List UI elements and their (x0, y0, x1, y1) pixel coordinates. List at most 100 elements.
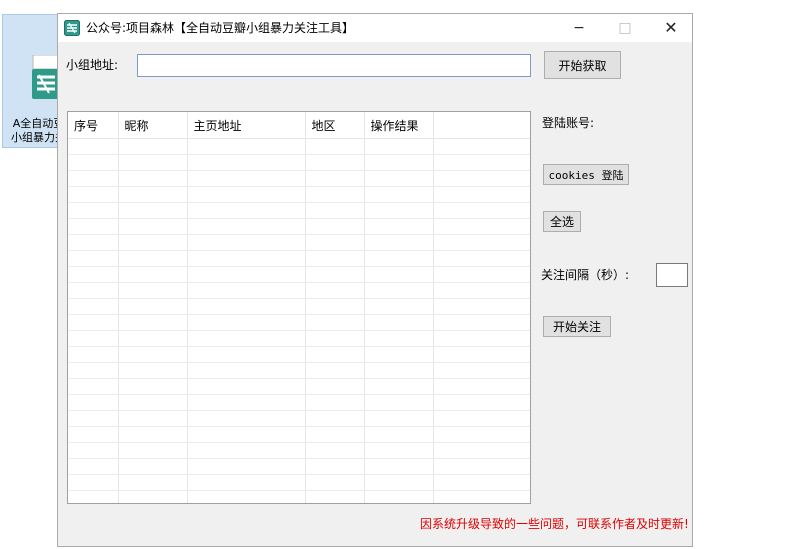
table-cell (118, 282, 188, 299)
table-cell (68, 330, 119, 347)
table-row[interactable] (68, 282, 530, 299)
table-row[interactable] (68, 186, 530, 203)
table-row[interactable] (68, 474, 530, 491)
table-cell (364, 394, 434, 411)
table-row[interactable] (68, 330, 530, 347)
table-row[interactable] (68, 458, 530, 475)
table-cell (68, 394, 119, 411)
table-cell (68, 154, 119, 171)
table-cell (364, 250, 434, 267)
column-header-nickname[interactable]: 昵称 (118, 112, 188, 139)
column-header-region[interactable]: 地区 (305, 112, 365, 139)
table-row[interactable] (68, 154, 530, 171)
table-cell (187, 170, 306, 187)
column-header-index[interactable]: 序号 (68, 112, 119, 139)
minimize-button[interactable]: − (556, 14, 602, 42)
column-header-empty (433, 112, 530, 139)
table-cell (364, 202, 434, 219)
table-cell (433, 266, 530, 283)
table-cell (364, 314, 434, 331)
table-cell (364, 442, 434, 459)
table-cell (118, 442, 188, 459)
table-cell (305, 426, 365, 443)
table-cell (433, 154, 530, 171)
table-cell (364, 426, 434, 443)
table-cell (305, 282, 365, 299)
group-url-label: 小组地址: (66, 58, 119, 72)
table-cell (305, 330, 365, 347)
table-row[interactable] (68, 362, 530, 379)
table-cell (68, 442, 119, 459)
table-cell (187, 218, 306, 235)
table-cell (187, 490, 306, 503)
table-cell (118, 170, 188, 187)
close-button[interactable]: ✕ (648, 14, 694, 42)
start-fetch-button[interactable]: 开始获取 (544, 51, 621, 79)
table-row[interactable] (68, 170, 530, 187)
table-row[interactable] (68, 218, 530, 235)
table-row[interactable] (68, 250, 530, 267)
table-cell (433, 474, 530, 491)
table-cell (305, 298, 365, 315)
table-row[interactable] (68, 442, 530, 459)
table-row[interactable] (68, 298, 530, 315)
results-table[interactable]: 序号 昵称 主页地址 地区 操作结果 (67, 111, 531, 504)
table-row[interactable] (68, 490, 530, 503)
table-cell (118, 394, 188, 411)
table-cell (305, 394, 365, 411)
table-row[interactable] (68, 426, 530, 443)
table-cell (187, 314, 306, 331)
table-row[interactable] (68, 266, 530, 283)
table-row[interactable] (68, 138, 530, 155)
app-logo-icon (64, 20, 80, 36)
maximize-button[interactable]: □ (602, 14, 648, 42)
table-row[interactable] (68, 314, 530, 331)
table-row[interactable] (68, 234, 530, 251)
table-cell (187, 266, 306, 283)
table-cell (68, 202, 119, 219)
group-url-input[interactable] (137, 54, 531, 77)
interval-label: 关注间隔（秒）: (541, 268, 630, 282)
select-all-button[interactable]: 全选 (543, 211, 581, 232)
table-cell (187, 186, 306, 203)
start-follow-button[interactable]: 开始关注 (543, 316, 611, 337)
table-cell (364, 298, 434, 315)
table-row[interactable] (68, 346, 530, 363)
table-cell (68, 266, 119, 283)
table-cell (433, 202, 530, 219)
table-body (68, 138, 530, 503)
table-cell (433, 186, 530, 203)
table-cell (68, 170, 119, 187)
table-cell (305, 314, 365, 331)
table-cell (118, 202, 188, 219)
table-cell (187, 394, 306, 411)
table-cell (305, 378, 365, 395)
table-cell (187, 442, 306, 459)
table-cell (364, 138, 434, 155)
table-row[interactable] (68, 202, 530, 219)
table-cell (305, 154, 365, 171)
table-row[interactable] (68, 394, 530, 411)
table-cell (68, 410, 119, 427)
table-row[interactable] (68, 378, 530, 395)
interval-input[interactable] (656, 263, 688, 287)
title-bar[interactable]: 公众号:项目森林【全自动豆瓣小组暴力关注工具】 − □ ✕ (58, 14, 692, 42)
table-cell (68, 218, 119, 235)
table-cell (364, 378, 434, 395)
table-cell (364, 170, 434, 187)
table-cell (305, 362, 365, 379)
table-cell (364, 266, 434, 283)
table-row[interactable] (68, 410, 530, 427)
table-cell (364, 410, 434, 427)
app-window: 公众号:项目森林【全自动豆瓣小组暴力关注工具】 − □ ✕ 小组地址: 开始获取… (57, 13, 693, 547)
table-cell (305, 410, 365, 427)
cookies-login-button[interactable]: cookies 登陆 (543, 164, 629, 185)
column-header-homepage[interactable]: 主页地址 (187, 112, 306, 139)
column-header-result[interactable]: 操作结果 (364, 112, 434, 139)
table-cell (364, 490, 434, 503)
table-cell (118, 426, 188, 443)
table-cell (68, 314, 119, 331)
table-cell (364, 234, 434, 251)
table-cell (187, 378, 306, 395)
table-cell (305, 442, 365, 459)
